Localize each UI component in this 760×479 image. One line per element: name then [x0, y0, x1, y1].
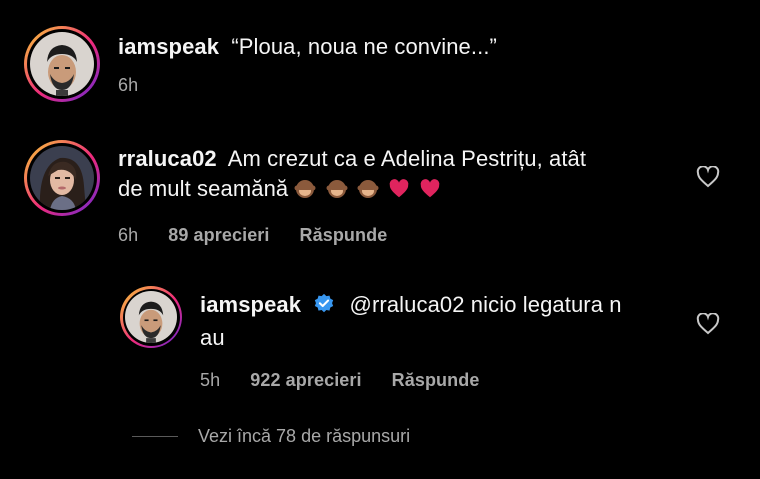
see-no-evil-monkey-icon: [326, 178, 348, 208]
comment-username[interactable]: iamspeak: [118, 34, 219, 59]
view-more-replies-button[interactable]: Vezi încă 78 de răspunsuri: [132, 426, 410, 447]
comment-text-line2: de mult seamănă: [118, 176, 289, 201]
verified-badge-icon: [313, 293, 335, 323]
avatar-story-ring[interactable]: [24, 26, 100, 102]
comment-reply: iamspeak @rraluca02 nicio legatura n au …: [120, 286, 622, 395]
view-more-label: Vezi încă 78 de răspunsuri: [198, 426, 411, 446]
red-heart-icon: [419, 178, 441, 208]
comment-username[interactable]: iamspeak: [200, 292, 301, 317]
emoji-row: [294, 176, 444, 201]
comment-2: rraluca02 Am crezut ca e Adelina Pestriț…: [24, 140, 586, 250]
comment-username[interactable]: rraluca02: [118, 146, 217, 171]
divider-line: [132, 436, 178, 437]
avatar: [125, 291, 177, 343]
comment-1: iamspeak “Ploua, noua ne convine...” 6h: [24, 26, 497, 102]
likes-count[interactable]: 89 aprecieri: [168, 220, 269, 250]
red-heart-icon: [388, 178, 410, 208]
comment-text-line1: Am crezut ca e Adelina Pestrițu, atât: [227, 146, 587, 171]
reply-button[interactable]: Răspunde: [392, 365, 480, 395]
comments-screen: iamspeak “Ploua, noua ne convine...” 6h: [0, 0, 760, 479]
see-no-evil-monkey-icon: [294, 178, 316, 208]
avatar: [30, 146, 94, 210]
avatar-story-ring[interactable]: [24, 140, 100, 216]
comment-time: 6h: [118, 75, 139, 95]
comment-text: “Ploua, noua ne convine...”: [231, 34, 497, 59]
comment-time: 6h: [118, 225, 139, 245]
like-heart-icon[interactable]: [696, 312, 720, 335]
comment-time: 5h: [200, 370, 221, 390]
avatar: [30, 32, 94, 96]
like-heart-icon[interactable]: [696, 165, 720, 188]
likes-count[interactable]: 922 aprecieri: [250, 365, 361, 395]
reply-button[interactable]: Răspunde: [300, 220, 388, 250]
comment-text-line2: au: [200, 325, 225, 350]
see-no-evil-monkey-icon: [357, 178, 379, 208]
avatar-story-ring[interactable]: [120, 286, 182, 348]
comment-text-line1: @rraluca02 nicio legatura n: [349, 292, 622, 317]
